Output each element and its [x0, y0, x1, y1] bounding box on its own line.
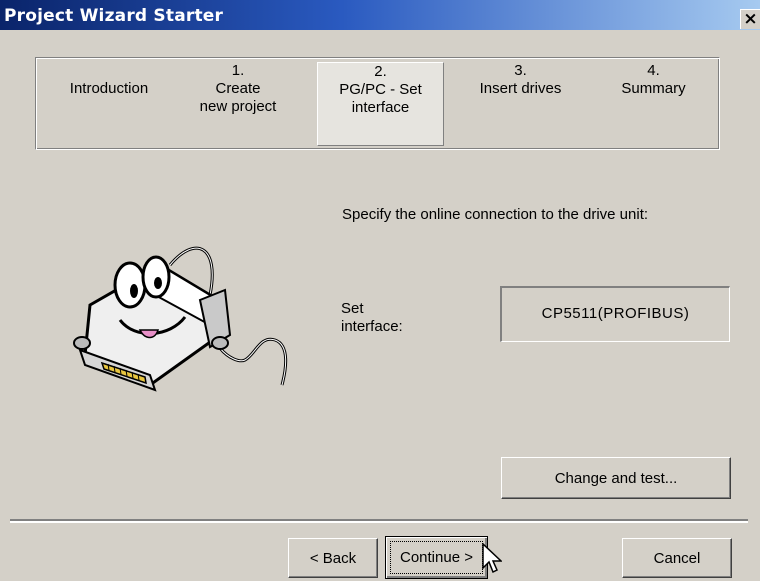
continue-button[interactable]: Continue >	[385, 536, 488, 579]
step-set-interface: 2. PG/PC - Set interface	[317, 62, 444, 146]
step-number	[44, 62, 174, 80]
step-number: 3.	[514, 62, 527, 79]
step-label: new project	[199, 98, 277, 115]
step-summary: 4. Summary	[596, 62, 711, 146]
continue-label: Continue >	[400, 549, 473, 566]
change-and-test-button[interactable]: Change and test...	[501, 457, 731, 499]
wizard-steps: Introduction 1. Create new project 2. PG…	[35, 57, 720, 150]
interface-cable-mascot-icon	[73, 246, 288, 392]
step-label: Summary	[621, 80, 686, 97]
footer-separator	[10, 519, 748, 523]
step-number: 4.	[647, 62, 660, 79]
instruction-text: Specify the online connection to the dri…	[342, 206, 649, 223]
step-number: 1.	[231, 62, 245, 79]
step-label: Insert drives	[479, 80, 562, 97]
step-number: 2.	[374, 63, 387, 80]
step-label: Create	[215, 80, 261, 97]
step-create-project: 1. Create new project	[178, 62, 298, 146]
window-title: Project Wizard Starter	[4, 6, 224, 26]
step-introduction: Introduction	[44, 62, 174, 146]
mouse-cursor-icon	[482, 543, 502, 574]
step-insert-drives: 3. Insert drives	[458, 62, 583, 146]
step-label: PG/PC - Set	[339, 81, 422, 98]
step-label: Introduction	[69, 80, 149, 97]
interface-value-field: CP5511(PROFIBUS)	[500, 286, 730, 342]
interface-label-line1: Set	[341, 300, 364, 317]
back-button[interactable]: < Back	[288, 538, 378, 578]
title-bar: Project Wizard Starter ×	[0, 0, 760, 30]
step-label: interface	[351, 99, 410, 116]
close-button[interactable]: ×	[740, 9, 760, 29]
interface-label-line2: interface:	[341, 318, 403, 335]
cancel-button[interactable]: Cancel	[622, 538, 732, 578]
